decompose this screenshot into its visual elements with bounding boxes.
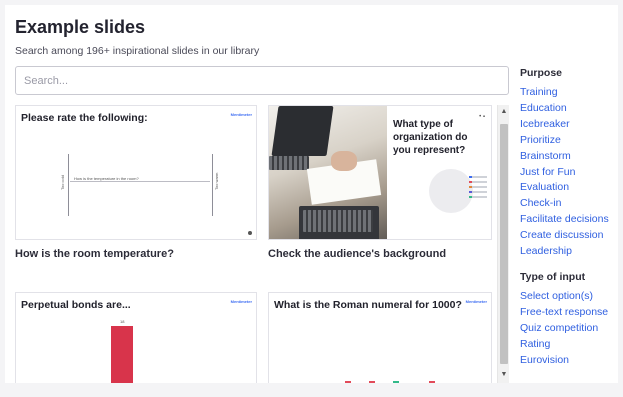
more-icon: • ▪	[479, 114, 485, 120]
scroll-up-icon[interactable]: ▲	[499, 107, 509, 117]
legend-line	[469, 186, 487, 188]
scale-axis-right	[212, 154, 213, 216]
office-photo	[269, 106, 387, 239]
answer-mark	[345, 381, 351, 383]
input-type-link-quiz-competition[interactable]: Quiz competition	[520, 322, 598, 334]
purpose-link-just-for-fun[interactable]: Just for Fun	[520, 166, 575, 178]
scale-axis-left	[68, 154, 69, 216]
scroll-down-icon[interactable]: ▼	[499, 370, 509, 380]
slide-heading: Please rate the following:	[21, 112, 148, 124]
purpose-link-create-discussion[interactable]: Create discussion	[520, 229, 603, 241]
search-input[interactable]	[15, 66, 509, 95]
mentimeter-logo: Mentimeter	[230, 112, 252, 117]
slide-card-perpetual-bonds[interactable]: Perpetual bonds are... Mentimeter 18	[15, 292, 257, 383]
card-caption[interactable]: How is the room temperature?	[15, 248, 174, 260]
input-type-link-rating[interactable]: Rating	[520, 338, 550, 350]
bar-value: 18	[120, 319, 125, 324]
answer-mark	[429, 381, 435, 383]
answer-mark	[369, 381, 375, 383]
input-type-heading: Type of input	[520, 271, 586, 283]
legend-line	[469, 191, 487, 193]
slide-heading: What type of organization do you represe…	[393, 119, 468, 156]
laptop-screen	[271, 106, 334, 156]
scale-line	[70, 181, 210, 182]
legend-line	[469, 176, 487, 178]
slide-card-roman-numeral[interactable]: What is the Roman numeral for 1000? Ment…	[268, 292, 492, 383]
pie-placeholder	[429, 169, 473, 213]
mentimeter-logo: Mentimeter	[230, 299, 252, 304]
scroll-thumb[interactable]	[500, 124, 508, 364]
purpose-link-icebreaker[interactable]: Icebreaker	[520, 118, 570, 130]
purpose-link-prioritize[interactable]: Prioritize	[520, 134, 561, 146]
page-subtitle: Search among 196+ inspirational slides i…	[15, 45, 260, 57]
answer-mark	[393, 381, 399, 383]
second-keyboard	[303, 210, 373, 232]
laptop-keyboard	[269, 156, 309, 170]
input-type-link-eurovision[interactable]: Eurovision	[520, 354, 569, 366]
left-axis-label: Too cold	[60, 175, 65, 190]
purpose-link-check-in[interactable]: Check-in	[520, 197, 561, 209]
slide-indicator-dot	[248, 231, 252, 235]
example-slides-panel: Example slides Search among 196+ inspira…	[5, 5, 618, 383]
purpose-heading: Purpose	[520, 67, 563, 79]
slide-card-room-temperature[interactable]: Please rate the following: Mentimeter To…	[15, 105, 257, 240]
slide-heading: Perpetual bonds are...	[21, 299, 131, 311]
hand	[331, 151, 357, 171]
results-scrollbar[interactable]: ▲ ▼	[497, 105, 509, 383]
right-axis-label: Too warm	[214, 172, 219, 190]
purpose-link-leadership[interactable]: Leadership	[520, 245, 572, 257]
purpose-link-training[interactable]: Training	[520, 86, 558, 98]
purpose-link-brainstorm[interactable]: Brainstorm	[520, 150, 571, 162]
mentimeter-logo: Mentimeter	[465, 299, 487, 304]
purpose-link-education[interactable]: Education	[520, 102, 567, 114]
card-caption[interactable]: Check the audience's background	[268, 248, 446, 260]
page-title: Example slides	[15, 17, 146, 37]
legend-line	[469, 181, 487, 183]
slide-heading: What is the Roman numeral for 1000?	[274, 299, 462, 311]
purpose-link-facilitate-decisions[interactable]: Facilitate decisions	[520, 213, 609, 225]
legend-line	[469, 196, 487, 198]
slide-card-audience-background[interactable]: What type of organization do you represe…	[268, 105, 492, 240]
input-type-link-select-option-s[interactable]: Select option(s)	[520, 290, 593, 302]
result-bar	[111, 326, 133, 383]
purpose-link-evaluation[interactable]: Evaluation	[520, 181, 569, 193]
input-type-link-free-text-response[interactable]: Free-text response	[520, 306, 608, 318]
